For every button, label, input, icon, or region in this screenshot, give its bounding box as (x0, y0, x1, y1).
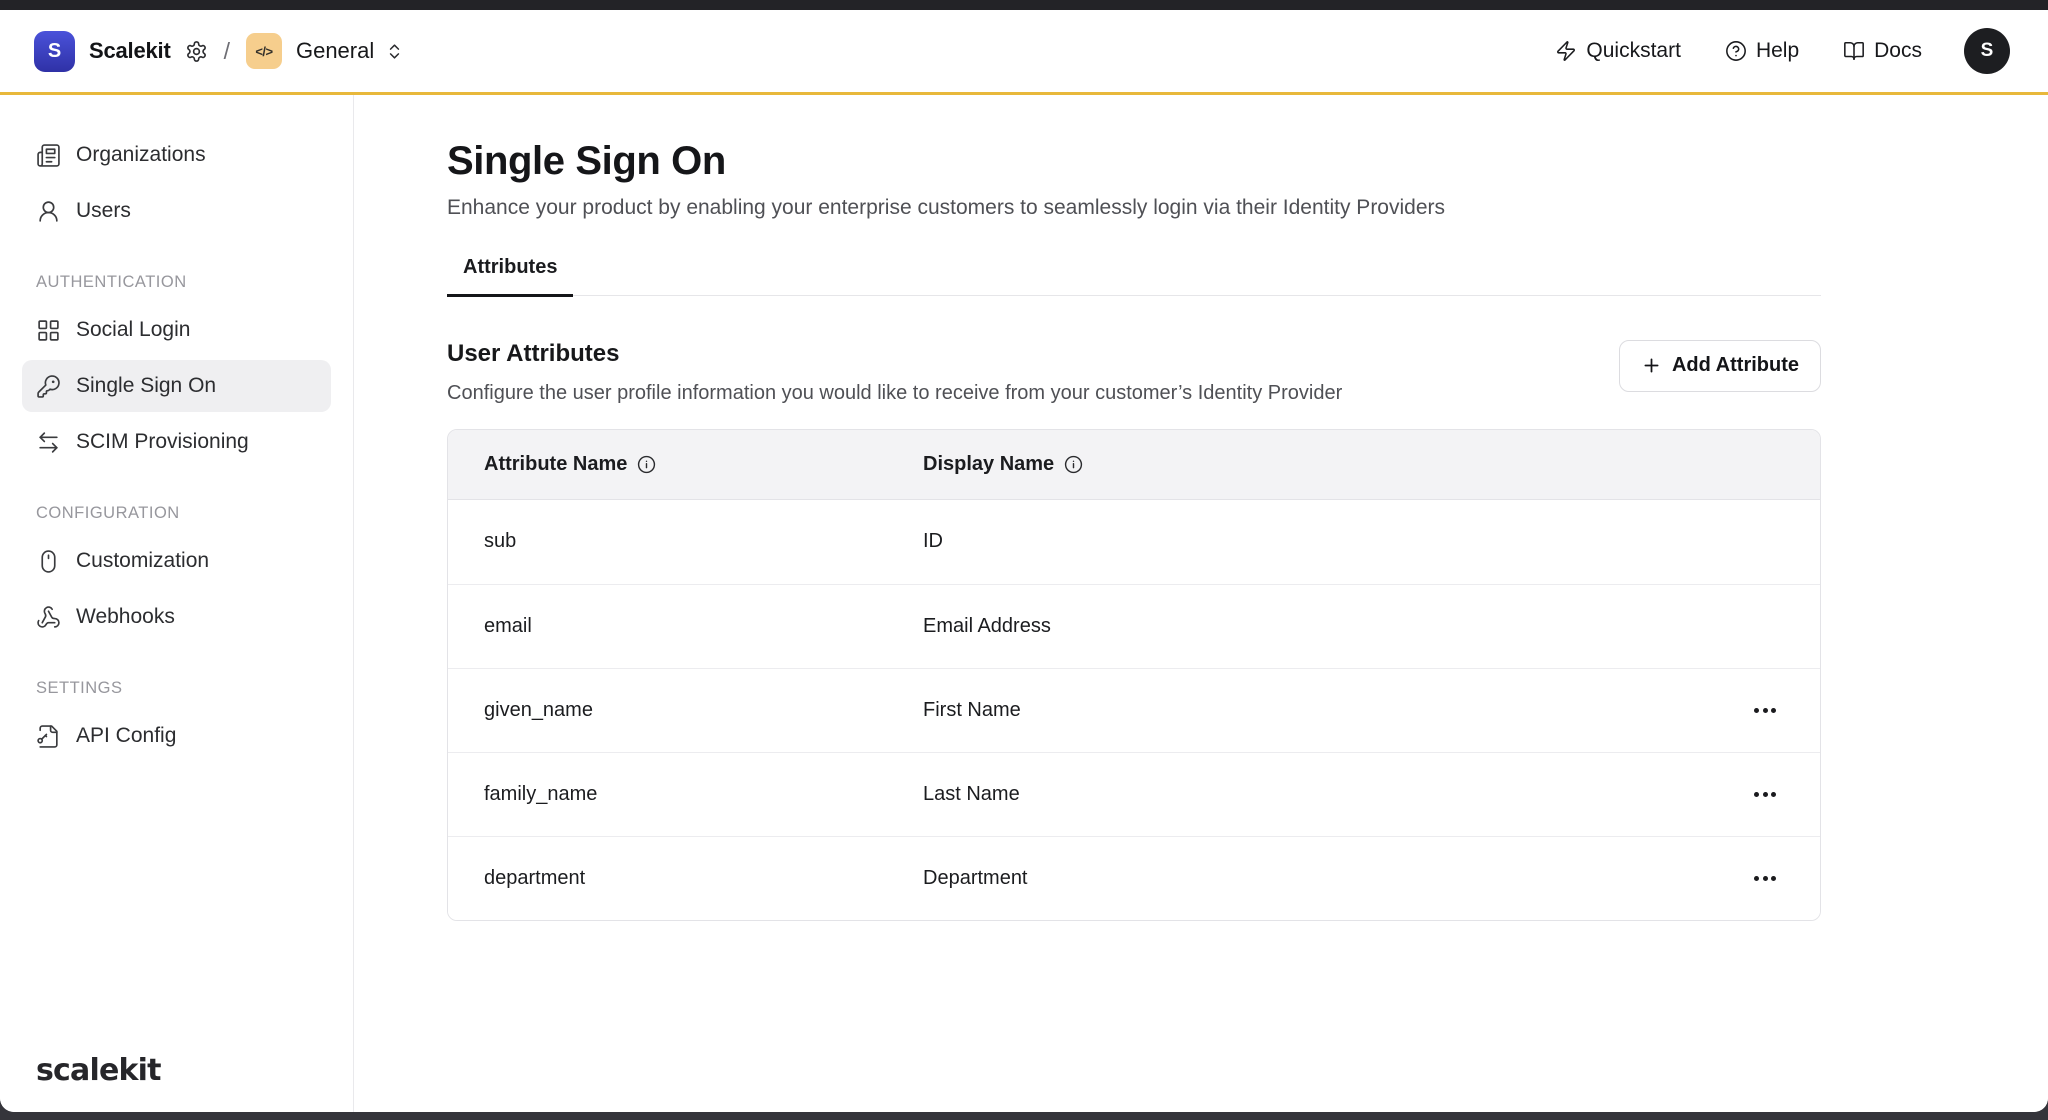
organization-icon (36, 143, 61, 168)
add-attribute-button[interactable]: Add Attribute (1619, 340, 1821, 392)
help-link[interactable]: Help (1725, 39, 1799, 63)
workspace-breadcrumb: S Scalekit / </> General (34, 31, 404, 72)
table-header-row: Attribute Name Display Name (448, 430, 1820, 500)
zap-icon (1555, 40, 1577, 62)
sidebar-item-label: SCIM Provisioning (76, 430, 249, 454)
attribute-name-cell: sub (448, 530, 923, 553)
attribute-name-cell: department (448, 867, 923, 890)
quickstart-label: Quickstart (1586, 39, 1681, 63)
sidebar-item-single-sign-on[interactable]: Single Sign On (22, 360, 331, 412)
environment-badge[interactable]: </> (246, 33, 282, 69)
row-menu-button[interactable] (1754, 792, 1820, 797)
gear-icon (185, 40, 208, 63)
sidebar-item-organizations[interactable]: Organizations (0, 127, 353, 183)
sidebar-item-social-login[interactable]: Social Login (0, 302, 353, 358)
row-menu-button[interactable] (1754, 876, 1820, 881)
quickstart-link[interactable]: Quickstart (1555, 39, 1681, 63)
desktop-background: S Scalekit / </> General Quickstart (0, 0, 2048, 1120)
attributes-table: Attribute Name Display Name (447, 429, 1821, 921)
sidebar-item-label: Single Sign On (76, 374, 216, 398)
column-attribute-name: Attribute Name (484, 453, 627, 476)
sidebar-section-configuration: CONFIGURATION (0, 504, 353, 523)
environment-switcher[interactable] (385, 42, 404, 61)
sidebar: Organizations Users AUTHENTICATION Socia… (0, 95, 354, 1112)
display-name-cell: Email Address (923, 615, 1754, 638)
grid-icon (36, 318, 61, 343)
tab-attributes[interactable]: Attributes (447, 256, 573, 297)
attribute-name-cell: given_name (448, 699, 923, 722)
sidebar-item-label: Social Login (76, 318, 190, 342)
sidebar-section-settings: SETTINGS (0, 679, 353, 698)
help-circle-icon (1725, 40, 1747, 62)
code-icon: </> (255, 44, 272, 59)
sidebar-item-api-config[interactable]: API Config (0, 708, 353, 764)
app-window: S Scalekit / </> General Quickstart (0, 10, 2048, 1112)
page-subtitle: Enhance your product by enabling your en… (447, 196, 2048, 220)
table-row: department Department (448, 836, 1820, 920)
table-row: given_name First Name (448, 668, 1820, 752)
chevrons-up-down-icon (385, 42, 404, 61)
scalekit-wordmark: scalekit (36, 1053, 161, 1088)
workspace-logo-initial: S (48, 40, 61, 63)
help-label: Help (1756, 39, 1799, 63)
plus-icon (1641, 355, 1662, 376)
page-title: Single Sign On (447, 139, 2048, 184)
window-top-edge (0, 0, 2048, 10)
docs-link[interactable]: Docs (1843, 39, 1922, 63)
workspace-settings-button[interactable] (185, 40, 208, 63)
sidebar-item-users[interactable]: Users (0, 183, 353, 239)
sidebar-item-label: Webhooks (76, 605, 175, 629)
workspace-name: Scalekit (89, 38, 171, 64)
display-name-cell: Last Name (923, 783, 1754, 806)
info-icon[interactable] (637, 455, 656, 474)
column-display-name: Display Name (923, 453, 1054, 476)
display-name-cell: ID (923, 530, 1754, 553)
sidebar-item-webhooks[interactable]: Webhooks (0, 589, 353, 645)
row-menu-button[interactable] (1754, 708, 1820, 713)
user-avatar[interactable]: S (1964, 28, 2010, 74)
webhook-icon (36, 605, 61, 630)
main-content: Single Sign On Enhance your product by e… (354, 95, 2048, 1112)
table-row: family_name Last Name (448, 752, 1820, 836)
display-name-cell: Department (923, 867, 1754, 890)
sidebar-item-label: Organizations (76, 143, 206, 167)
sidebar-item-scim-provisioning[interactable]: SCIM Provisioning (0, 414, 353, 470)
attribute-name-cell: email (448, 615, 923, 638)
table-row: sub ID (448, 500, 1820, 584)
book-open-icon (1843, 40, 1865, 62)
breadcrumb-separator: / (224, 38, 230, 65)
sidebar-item-label: API Config (76, 724, 176, 748)
attribute-name-cell: family_name (448, 783, 923, 806)
mouse-icon (36, 549, 61, 574)
table-row: email Email Address (448, 584, 1820, 668)
workspace-logo[interactable]: S (34, 31, 75, 72)
section-title: User Attributes (447, 340, 1342, 368)
display-name-cell: First Name (923, 699, 1754, 722)
sidebar-item-label: Users (76, 199, 131, 223)
file-key-icon (36, 724, 61, 749)
info-icon[interactable] (1064, 455, 1083, 474)
key-icon (36, 374, 61, 399)
sidebar-section-authentication: AUTHENTICATION (0, 273, 353, 292)
add-attribute-label: Add Attribute (1672, 354, 1799, 377)
docs-label: Docs (1874, 39, 1922, 63)
sidebar-item-label: Customization (76, 549, 209, 573)
section-description: Configure the user profile information y… (447, 382, 1342, 405)
user-icon (36, 199, 61, 224)
top-header: S Scalekit / </> General Quickstart (0, 10, 2048, 95)
avatar-initial: S (1981, 40, 1994, 62)
sync-arrows-icon (36, 430, 61, 455)
tab-bar: Attributes (447, 256, 1821, 296)
sidebar-item-customization[interactable]: Customization (0, 533, 353, 589)
header-nav: Quickstart Help Docs S (1555, 28, 2010, 74)
environment-name: General (296, 38, 374, 64)
